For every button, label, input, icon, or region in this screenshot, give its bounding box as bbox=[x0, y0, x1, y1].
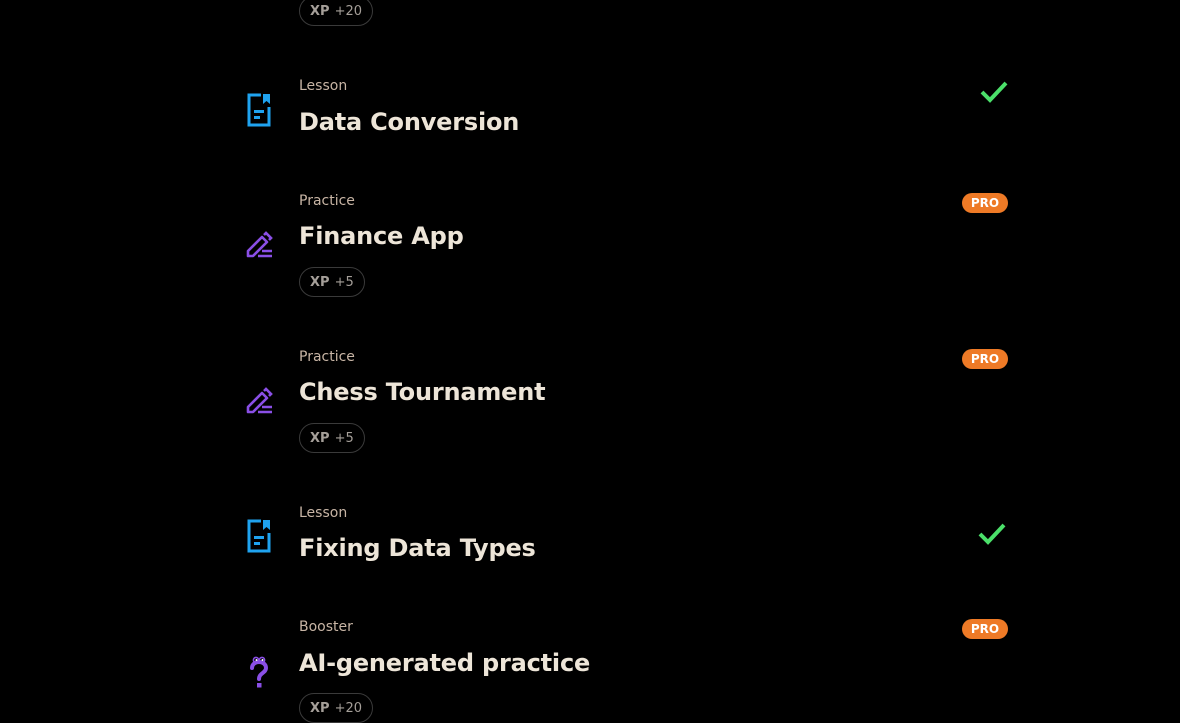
item-title: AI-generated practice bbox=[299, 649, 591, 677]
xp-value: +20 bbox=[334, 700, 362, 716]
xp-value: +5 bbox=[334, 274, 354, 290]
item-kind: Lesson bbox=[299, 78, 348, 94]
item-title: Chess Tournament bbox=[299, 378, 546, 406]
booster-question-icon bbox=[242, 655, 276, 689]
lesson-document-icon bbox=[242, 519, 276, 553]
item-kind: Practice bbox=[299, 193, 355, 209]
xp-pill: XP +20 bbox=[299, 693, 373, 723]
xp-value: +20 bbox=[334, 3, 362, 19]
xp-label: XP bbox=[310, 274, 330, 290]
xp-value: +5 bbox=[334, 430, 354, 446]
xp-label: XP bbox=[310, 3, 330, 19]
item-kind: Lesson bbox=[299, 505, 348, 521]
checkmark-icon bbox=[980, 81, 1008, 103]
lesson-document-icon bbox=[242, 93, 276, 127]
item-title: Fixing Data Types bbox=[299, 534, 536, 562]
xp-pill: XP +20 bbox=[299, 0, 373, 26]
item-title: Finance App bbox=[299, 222, 464, 250]
checkmark-icon bbox=[978, 523, 1006, 545]
pro-badge: PRO bbox=[962, 349, 1008, 369]
item-title: Data Conversion bbox=[299, 108, 520, 136]
item-kind: Practice bbox=[299, 349, 355, 365]
xp-pill: XP +5 bbox=[299, 267, 365, 297]
item-kind: Booster bbox=[299, 619, 353, 635]
xp-pill: XP +5 bbox=[299, 423, 365, 453]
pro-badge: PRO bbox=[962, 619, 1008, 639]
practice-pencil-icon bbox=[242, 227, 276, 261]
xp-label: XP bbox=[310, 700, 330, 716]
practice-pencil-icon bbox=[242, 383, 276, 417]
pro-badge: PRO bbox=[962, 193, 1008, 213]
xp-label: XP bbox=[310, 430, 330, 446]
